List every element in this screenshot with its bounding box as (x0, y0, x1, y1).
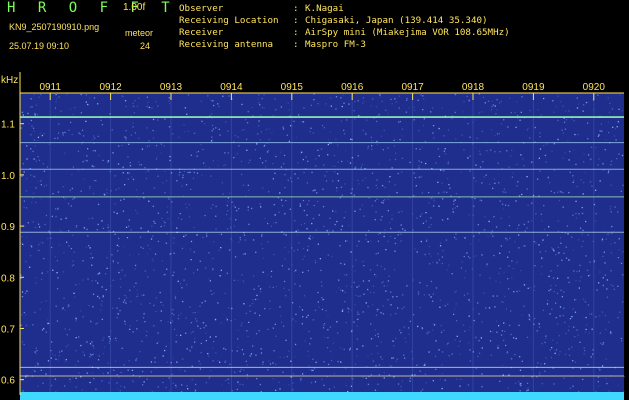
x-tick-label: 0916 (341, 82, 364, 93)
x-tick-label: 0913 (160, 82, 183, 93)
detector-label: meteor (125, 28, 154, 38)
y-tick-label: 0.9 (1, 222, 15, 233)
version-label: 1.00f (123, 2, 146, 13)
x-tick-label: 0917 (401, 82, 424, 93)
header-panel: H R O F F T 1.00f KN9_2507190910.png met… (0, 0, 629, 72)
bottom-signal-bar (20, 392, 624, 400)
y-unit-label: kHz (1, 75, 18, 86)
station-info: Observer: K.Nagai Receiving Location: Chig… (179, 3, 510, 51)
info-row-antenna: Receiving antenna: Maspro FM-3 (179, 39, 366, 50)
x-tick-label: 0920 (583, 82, 606, 93)
x-tick-label: 0914 (220, 82, 243, 93)
y-tick-label: 0.7 (1, 324, 15, 335)
app-title: H R O F F T (7, 0, 177, 16)
y-tick-label: 0.6 (1, 376, 15, 387)
y-tick-label: 1.0 (1, 171, 15, 182)
spectrogram-panel: kHz 0911 0912 0913 0914 0915 0916 0917 0918 0919… (0, 72, 629, 400)
x-tick-label: 0912 (99, 82, 122, 93)
count-label: 24 (140, 41, 151, 51)
timestamp-label: 25.07.19 09:10 (9, 41, 70, 51)
x-tick-label: 0918 (462, 82, 485, 93)
info-row-observer: Observer: K.Nagai (179, 3, 344, 14)
x-tick-label: 0919 (522, 82, 545, 93)
y-tick-label: 1.1 (1, 120, 15, 131)
x-tick-label: 0911 (39, 82, 61, 93)
x-tick-label: 0915 (281, 82, 304, 93)
y-tick-label: 0.8 (1, 273, 15, 284)
info-row-receiver: Receiver: AirSpy mini (Miakejima VOR 108.… (179, 27, 510, 38)
info-row-location: Receiving Location: Chigasaki, Japan (139… (179, 15, 488, 26)
filename-label: KN9_2507190910.png (9, 22, 100, 32)
spectrogram-svg: kHz 0911 0912 0913 0914 0915 0916 0917 0918 0919… (1, 72, 625, 400)
